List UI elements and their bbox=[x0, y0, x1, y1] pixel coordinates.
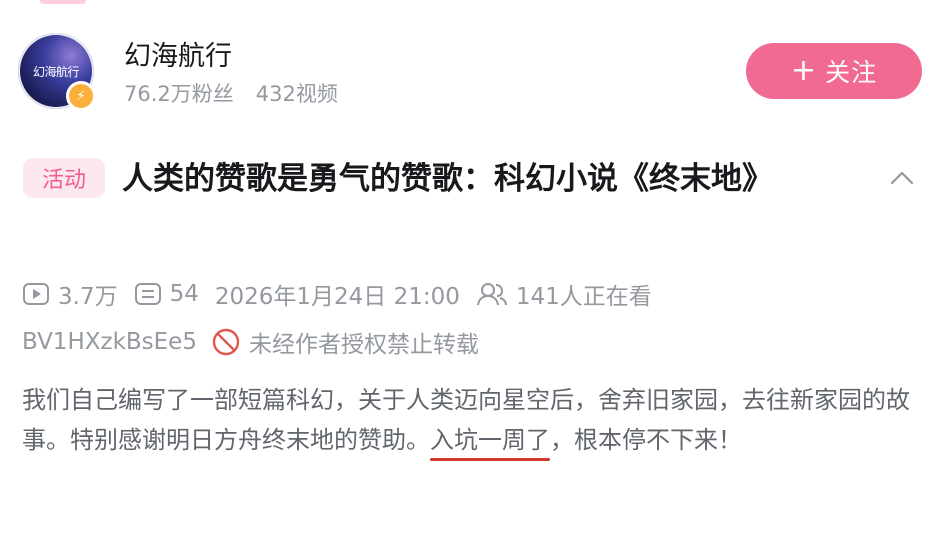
top-indicator bbox=[40, 0, 86, 4]
description-text-end: ，根本停不下来！ bbox=[550, 426, 742, 454]
viewers-icon bbox=[476, 283, 507, 306]
comment-count: 54 bbox=[134, 281, 199, 307]
copyright-notice: 未经作者授权禁止转载 bbox=[248, 332, 479, 358]
avatar-text: 幻海航行 bbox=[32, 64, 80, 79]
video-meta-secondary: BV1HXzkBsEe5 未经作者授权禁止转载 bbox=[22, 324, 479, 360]
video-description: 我们自己编写了一部短篇科幻，关于人类迈向星空后，舍弃旧家园，去往新家园的故事。特… bbox=[22, 380, 922, 461]
bvid[interactable]: BV1HXzkBsEe5 bbox=[22, 329, 197, 355]
publish-time: 2026年1月24日 21:00 bbox=[214, 284, 460, 310]
verified-badge-icon: ⚡ bbox=[66, 81, 96, 111]
comment-icon bbox=[134, 283, 161, 305]
channel-avatar[interactable]: 幻海航行 ⚡ bbox=[18, 33, 98, 113]
highlighted-phrase: 入坑一周了 bbox=[430, 420, 550, 461]
play-icon bbox=[23, 283, 49, 305]
plus-icon: + bbox=[790, 53, 818, 88]
view-count: 3.7万 bbox=[22, 277, 118, 311]
channel-name[interactable]: 幻海航行 bbox=[124, 34, 232, 73]
video-count: 432视频 bbox=[255, 82, 338, 106]
video-meta: 3.7万 54 2026年1月24日 21:00 141人正在看 bbox=[22, 277, 668, 311]
video-title: 人类的赞歌是勇气的赞歌：科幻小说《终末地》 bbox=[122, 161, 773, 197]
chevron-up-icon[interactable] bbox=[888, 164, 916, 192]
forbidden-icon bbox=[212, 328, 240, 356]
channel-stats: 76.2万粉丝 432视频 bbox=[124, 78, 338, 108]
follow-button[interactable]: + 关注 bbox=[746, 43, 922, 99]
watching-count: 141人正在看 bbox=[476, 277, 652, 311]
follower-count: 76.2万粉丝 bbox=[124, 82, 234, 106]
follow-label: 关注 bbox=[825, 58, 878, 87]
